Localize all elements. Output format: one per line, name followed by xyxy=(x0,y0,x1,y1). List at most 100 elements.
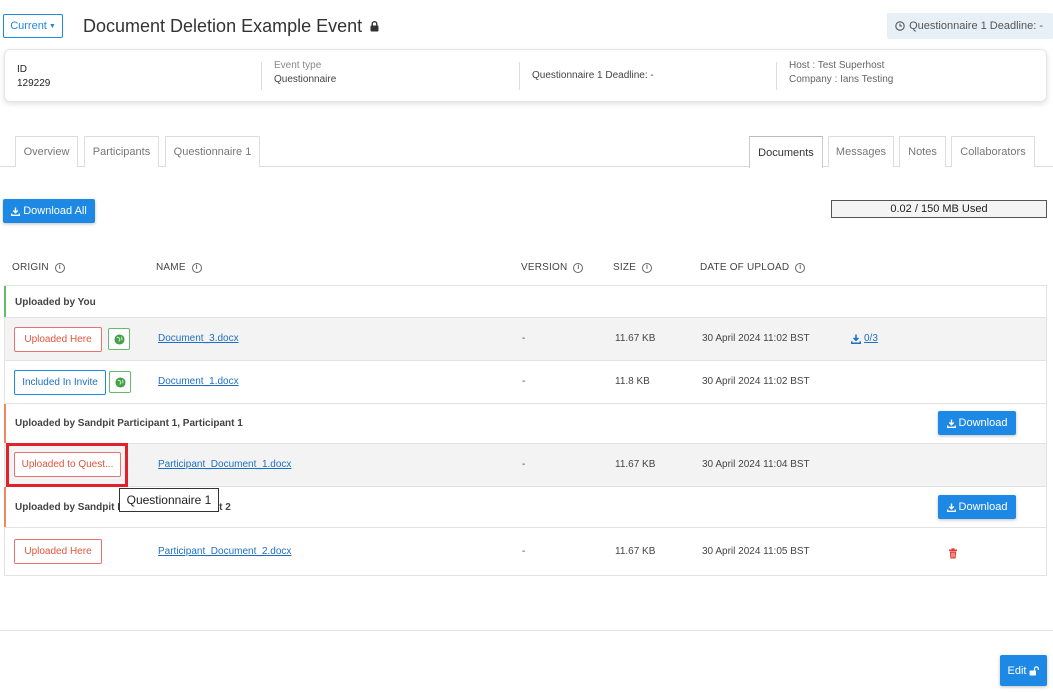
column-version-label: VERSION xyxy=(521,262,568,273)
info-divider xyxy=(261,62,262,90)
column-origin: ORIGIN i xyxy=(12,262,65,273)
origin-badge[interactable]: Uploaded Here xyxy=(14,539,102,564)
download-label: Download xyxy=(958,501,1008,513)
globe-icon[interactable] xyxy=(109,371,131,393)
column-name: NAME i xyxy=(156,262,202,273)
document-size: 11.67 KB xyxy=(615,333,656,344)
group-label: Uploaded by You xyxy=(15,297,96,308)
group-row: Uploaded by Sandpit Participant 1, Parti… xyxy=(4,404,1046,444)
download-all-label: Download All xyxy=(23,205,87,217)
document-version: - xyxy=(522,376,526,387)
event-type-value: Questionnaire xyxy=(274,74,337,85)
download-count-link[interactable]: 0/3 xyxy=(851,333,878,344)
column-origin-label: ORIGIN xyxy=(12,262,49,273)
event-info-card: ID 129229 Event type Questionnaire Quest… xyxy=(4,49,1047,102)
column-date-label: DATE OF UPLOAD xyxy=(700,262,790,273)
host-value: Host : Test Superhost xyxy=(789,60,885,71)
document-name-link[interactable]: Document_3.docx xyxy=(158,333,239,344)
download-button[interactable]: Download xyxy=(938,411,1016,435)
id-value: 129229 xyxy=(17,78,51,89)
column-version: VERSION i xyxy=(521,262,584,273)
tooltip-text: Questionnaire 1 xyxy=(126,493,212,507)
highlight-box xyxy=(6,443,128,487)
column-size-label: SIZE xyxy=(613,262,637,273)
origin-badge[interactable]: Uploaded Here xyxy=(14,327,102,352)
storage-usage-text: 0.02 / 150 MB Used xyxy=(890,203,988,215)
origin-label: Included In Invite xyxy=(22,377,98,388)
download-label: Download xyxy=(958,417,1008,429)
info-icon[interactable]: i xyxy=(573,262,584,273)
document-date: 30 April 2024 11:05 BST xyxy=(702,546,810,557)
download-count: 0/3 xyxy=(864,333,878,344)
edit-button[interactable]: Edit xyxy=(1000,655,1047,686)
storage-usage-bar: 0.02 / 150 MB Used xyxy=(831,200,1047,218)
tab-overview[interactable]: Overview xyxy=(15,136,78,167)
footer-divider xyxy=(0,630,1053,631)
page-title: Document Deletion Example Event xyxy=(83,16,379,37)
document-size: 11.8 KB xyxy=(615,376,650,387)
table-row: Uploaded Here Document_3.docx - 11.67 KB… xyxy=(5,318,1046,361)
unlock-icon xyxy=(1029,665,1040,676)
tab-collaborators[interactable]: Collaborators xyxy=(951,136,1035,167)
info-id: ID 129229 xyxy=(17,60,50,92)
group-indicator xyxy=(4,404,6,443)
tab-questionnaire-1[interactable]: Questionnaire 1 xyxy=(165,136,260,167)
tooltip: Questionnaire 1 xyxy=(119,488,219,512)
clock-icon xyxy=(895,21,905,31)
trash-icon[interactable] xyxy=(948,546,958,559)
group-indicator xyxy=(4,286,6,317)
globe-icon[interactable] xyxy=(108,328,130,350)
caret-down-icon: ▼ xyxy=(48,22,56,30)
column-size: SIZE i xyxy=(613,262,653,273)
event-type-label: Event type xyxy=(274,60,322,71)
info-icon[interactable]: i xyxy=(642,262,653,273)
info-icon[interactable]: i xyxy=(191,262,202,273)
current-label: Current xyxy=(10,20,47,32)
info-host: Host : Test Superhost Company : Ians Tes… xyxy=(789,60,893,92)
document-size: 11.67 KB xyxy=(615,459,656,470)
tab-bar: Overview Participants Questionnaire 1 Do… xyxy=(0,136,1053,168)
documents-table: Uploaded by You Uploaded Here Document_3… xyxy=(4,285,1047,576)
group-label: Uploaded by Sandpit P xyxy=(15,502,124,513)
origin-badge[interactable]: Included In Invite xyxy=(14,370,106,395)
edit-label: Edit xyxy=(1007,664,1027,677)
document-size: 11.67 KB xyxy=(615,546,656,557)
download-icon xyxy=(946,419,956,428)
info-divider xyxy=(776,62,777,90)
id-label: ID xyxy=(17,64,27,75)
group-indicator xyxy=(4,487,6,527)
origin-label: Uploaded Here xyxy=(24,334,92,345)
document-name-link[interactable]: Participant_Document_2.docx xyxy=(158,546,291,557)
company-value: Company : Ians Testing xyxy=(789,74,894,85)
tab-messages[interactable]: Messages xyxy=(828,136,894,167)
current-dropdown[interactable]: Current ▼ xyxy=(3,14,63,38)
tab-participants[interactable]: Participants xyxy=(84,136,159,167)
download-button[interactable]: Download xyxy=(938,495,1016,519)
info-divider xyxy=(519,62,520,90)
document-name-link[interactable]: Participant_Document_1.docx xyxy=(158,459,291,470)
document-date: 30 April 2024 11:04 BST xyxy=(702,459,810,470)
info-event-type: Event type Questionnaire xyxy=(274,60,336,92)
document-version: - xyxy=(522,546,526,557)
origin-label: Uploaded Here xyxy=(24,546,92,557)
document-name-link[interactable]: Document_1.docx xyxy=(158,376,239,387)
group-label: Uploaded by Sandpit Participant 1, Parti… xyxy=(15,418,243,429)
info-deadline: Questionnaire 1 Deadline: - xyxy=(532,70,654,102)
deadline-badge-text: Questionnaire 1 Deadline: - xyxy=(909,20,1043,32)
document-date: 30 April 2024 11:02 BST xyxy=(702,376,810,387)
document-version: - xyxy=(522,333,526,344)
column-date: DATE OF UPLOAD i xyxy=(700,262,806,273)
download-all-button[interactable]: Download All xyxy=(3,199,95,223)
document-date: 30 April 2024 11:02 BST xyxy=(702,333,810,344)
event-title-text: Document Deletion Example Event xyxy=(83,16,363,36)
lock-icon xyxy=(370,21,379,32)
table-row: Included In Invite Document_1.docx - 11.… xyxy=(5,361,1046,404)
tab-documents[interactable]: Documents xyxy=(749,136,823,168)
group-row: Uploaded by You xyxy=(4,286,1046,318)
table-row: Uploaded to Quest... Participant_Documen… xyxy=(5,444,1046,487)
info-icon[interactable]: i xyxy=(54,262,65,273)
info-icon[interactable]: i xyxy=(795,262,806,273)
tab-notes[interactable]: Notes xyxy=(899,136,946,167)
deadline-value: Questionnaire 1 Deadline: - xyxy=(532,70,654,81)
document-version: - xyxy=(522,459,526,470)
